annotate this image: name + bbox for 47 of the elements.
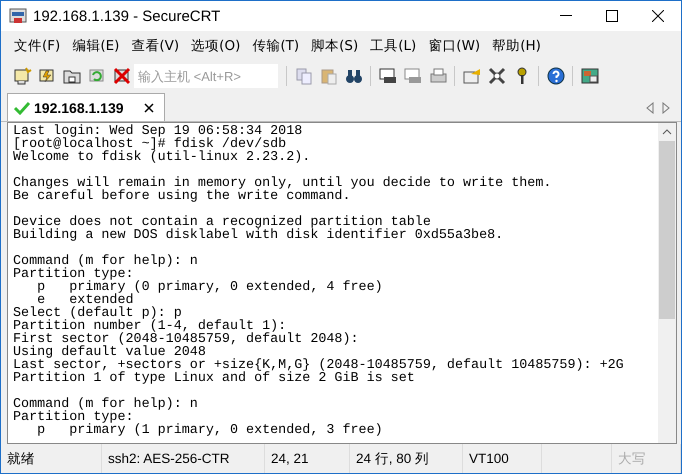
- terminal-line: Partition 1 of type Linux and of size 2 GiB is set: [13, 372, 416, 385]
- minimize-icon[interactable]: [560, 15, 572, 17]
- terminal-line: Changes will remain in memory only, until you decide to write them.: [13, 177, 552, 190]
- menu-item[interactable]: 传输(T): [247, 34, 304, 58]
- menu-item[interactable]: 选项(O): [186, 34, 246, 58]
- next-tab-icon[interactable]: [661, 102, 671, 114]
- session-tab[interactable]: 192.168.1.139: [7, 93, 165, 121]
- scrollbar-thumb[interactable]: [659, 141, 675, 319]
- status-text: ssh2: AES-256-CTR: [102, 444, 265, 473]
- menu-item[interactable]: 工具(L): [365, 34, 422, 58]
- terminal-line: Partition type:: [13, 268, 135, 281]
- app-icon: [9, 7, 27, 25]
- status-text: VT100: [463, 444, 542, 473]
- maximize-icon[interactable]: [606, 10, 618, 22]
- close-icon[interactable]: [652, 10, 664, 22]
- terminal-line: Using default value 2048: [13, 346, 207, 359]
- menu-item[interactable]: 编辑(E): [67, 34, 124, 58]
- status-text: 24 行, 80 列: [350, 444, 463, 473]
- terminal-line: Select (default p): p: [13, 307, 182, 320]
- window-title: 192.168.1.139 - SecureCRT: [33, 8, 222, 24]
- terminal-line: Partition number (1-4, default 1):: [13, 320, 286, 333]
- menu-item[interactable]: 文件(F): [9, 34, 66, 58]
- terminal-line: Be careful before using the write command.: [13, 190, 352, 203]
- terminal-line: e extended: [37, 294, 135, 307]
- terminal-line: Last login: Wed Sep 19 06:58:34 2018: [13, 125, 304, 138]
- status-text: 大写: [612, 444, 681, 473]
- previous-tab-icon[interactable]: [645, 102, 655, 114]
- terminal-line: Partition type:: [13, 411, 135, 424]
- terminal-line: Command (m for help): n: [13, 398, 199, 411]
- terminal-line: Command (m for help): n: [13, 255, 199, 268]
- terminal-line: p primary (1 primary, 0 extended, 3 free): [36, 424, 384, 437]
- terminal-line: Device does not contain a recognized partition table: [13, 216, 431, 229]
- menu-item[interactable]: 帮助(H): [487, 34, 546, 58]
- tab-label: 192.168.1.139: [34, 100, 124, 116]
- terminal-line: [root@localhost ~]# fdisk /dev/sdb: [13, 138, 286, 151]
- terminal-line: Welcome to fdisk (util-linux 2.23.2).: [13, 151, 312, 164]
- menu-item[interactable]: 窗口(W): [423, 34, 486, 58]
- menu-item[interactable]: 脚本(S): [306, 34, 364, 58]
- terminal-line: First sector (2048-10485759, default 2048):: [13, 333, 360, 346]
- status-text: 就绪: [1, 444, 102, 473]
- terminal-line: Building a new DOS disklabel with disk identifier 0xd55a3be8.: [13, 229, 504, 242]
- terminal-line: Last sector, +sectors or +size{K,M,G} (2048-10485759, default 10485759): +2G: [13, 359, 625, 372]
- terminal-line: p primary (0 primary, 0 extended, 4 free): [36, 281, 384, 294]
- menu-item[interactable]: 查看(V): [126, 34, 184, 58]
- host-field[interactable]: 输入主机 <Alt+R>: [134, 64, 278, 88]
- close-tab-button[interactable]: [142, 100, 156, 114]
- status-text: 24, 21: [265, 444, 350, 473]
